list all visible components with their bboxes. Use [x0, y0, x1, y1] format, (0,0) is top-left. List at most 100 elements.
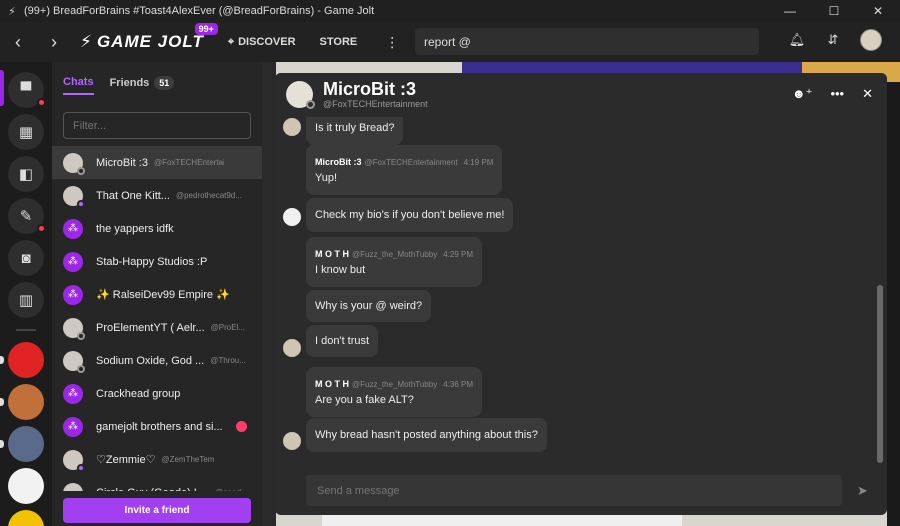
back-button[interactable]: ‹: [0, 32, 36, 53]
message-avatar[interactable]: [283, 339, 301, 357]
unread-dot: [236, 421, 247, 432]
library-icon: ▥: [18, 292, 34, 309]
minimize-button[interactable]: —: [768, 0, 812, 22]
chat-partner-name[interactable]: MicroBit :3: [323, 79, 416, 100]
community-shell-button-1[interactable]: [0, 342, 44, 378]
friends-count-badge: 51: [154, 76, 175, 90]
compass-icon: ⌖: [227, 35, 235, 48]
tab-friends-label: Friends: [109, 77, 150, 89]
logo-text: GAME JOLT: [96, 32, 204, 51]
message-avatar[interactable]: [283, 208, 301, 226]
community-shell-button-5[interactable]: [8, 510, 44, 526]
message-avatar[interactable]: [283, 432, 301, 450]
store-shell-button[interactable]: ▦: [8, 114, 44, 150]
bell-icon[interactable]: 🔔︎: [788, 32, 806, 48]
chat-handle: @ProEl...: [210, 323, 245, 332]
message-bubble: Check my bio's if you don't believe me!: [306, 198, 514, 232]
group-chat-icon: ⁂: [63, 383, 83, 404]
message-avatar[interactable]: [283, 118, 301, 136]
message-text: Why is your @ weird?: [315, 300, 423, 312]
chat-name: ProElementYT ( Aelr...: [96, 321, 205, 334]
tab-friends[interactable]: Friends 51: [110, 76, 175, 95]
chat-list-item[interactable]: ⁂ Stab-Happy Studios :P: [52, 245, 262, 278]
search-input[interactable]: [415, 28, 759, 55]
chat-partner-handle: @FoxTECHEntertainment: [323, 99, 428, 109]
more-options-icon[interactable]: •••: [830, 86, 844, 102]
quest-icon: ✎: [19, 208, 33, 225]
quests-shell-button[interactable]: ✎: [8, 198, 46, 234]
offline-status-dot: [77, 166, 85, 175]
store-link[interactable]: STORE: [320, 36, 358, 48]
chat-list: MicroBit :3 @FoxTECHEntertainment That One…: [52, 146, 262, 491]
chat-list-item[interactable]: ⁂ the yappers idfk: [52, 212, 262, 245]
chat-shell-button[interactable]: ▀: [8, 72, 46, 108]
offline-status-dot: [306, 100, 315, 109]
chat-list-item[interactable]: MicroBit :3 @FoxTECHEntertainment: [52, 146, 262, 179]
user-avatar[interactable]: [860, 29, 882, 51]
message-scrollbar[interactable]: [877, 285, 883, 463]
chat-list-item[interactable]: ⁂ ✨ RalseiDev99 Empire ✨: [52, 278, 262, 311]
message-text: Check my bio's if you don't believe me!: [315, 209, 505, 221]
gamejolt-logo[interactable]: ⚡ GAME JOLT 99+: [80, 23, 218, 52]
group-chat-icon: ⁂: [63, 284, 83, 305]
message-author[interactable]: M O T H: [315, 379, 349, 389]
forward-button[interactable]: ›: [36, 32, 72, 53]
add-friend-icon[interactable]: ☻⁺: [792, 86, 813, 102]
chat-name: gamejolt brothers and si...: [96, 420, 223, 433]
shell-sidebar: ▀ ▦ ◧ ✎ ◙ ▥: [0, 62, 52, 526]
shell-separator: [16, 329, 36, 331]
filter-input[interactable]: [63, 112, 251, 139]
library-shell-button[interactable]: ▥: [8, 282, 44, 318]
message-bubble: I don't trust: [306, 325, 379, 357]
community-pip: [0, 356, 4, 364]
chat-list-item[interactable]: ProElementYT ( Aelr... @ProEl...: [52, 311, 262, 344]
chat-name: Circle Guy (Geode) I ...: [96, 487, 209, 492]
message-handle: @FoxTECHEntertainment: [364, 157, 458, 167]
chat-name: the yappers idfk: [96, 222, 174, 235]
community-pip: [0, 398, 4, 406]
maximize-button[interactable]: ☐: [812, 0, 856, 22]
chat-list-item[interactable]: ♡Zemmie♡ @ZemTheTem: [52, 443, 262, 476]
quests-notification-dot: [37, 224, 46, 233]
message-author[interactable]: MicroBit :3: [315, 157, 362, 167]
chat-handle: @Throu...: [210, 356, 246, 365]
more-menu-icon[interactable]: ⋮: [385, 34, 399, 51]
invite-friend-button[interactable]: Invite a friend: [63, 498, 251, 523]
chat-list-item[interactable]: ⁂ Crackhead group: [52, 377, 262, 410]
message-bubble: Is it truly Bread?: [306, 117, 404, 145]
close-chat-icon[interactable]: ✕: [862, 86, 873, 102]
message-bubble: M O T H @Fuzz_the_MothTubby 4:36 PM Are yo…: [306, 367, 482, 417]
chat-list-item[interactable]: That One Kitt... @pedrothecat9d...: [52, 179, 262, 212]
nav-actions: 🔔︎ ⇵: [788, 29, 882, 51]
user-avatar: [63, 185, 85, 208]
chat-list-item[interactable]: Sodium Oxide, God ... @Throu...: [52, 344, 262, 377]
chat-name: Sodium Oxide, God ...: [96, 354, 205, 367]
gamejolt-app-icon: ⚡: [8, 5, 16, 18]
community-shell-button-4[interactable]: [8, 468, 44, 504]
send-icon[interactable]: ➤: [857, 483, 868, 499]
chat-list-item[interactable]: ⁂ gamejolt brothers and si...: [52, 410, 262, 443]
message-bubble: MicroBit :3 @FoxTECHEntertainment 4:19 PM …: [306, 145, 503, 195]
chat-header-actions: ☻⁺ ••• ✕: [792, 86, 873, 102]
offline-status-dot: [77, 331, 85, 340]
window-controls: — ☐ ✕: [768, 0, 900, 22]
message-time: 4:36 PM: [443, 379, 473, 389]
backpack-shell-button[interactable]: ◙: [8, 240, 44, 276]
tab-chats[interactable]: Chats: [63, 76, 94, 95]
chat-list-item[interactable]: Circle Guy (Geode) I ... @geod...: [52, 476, 262, 491]
community-pip: [0, 440, 4, 448]
message-text: Is it truly Bread?: [315, 122, 395, 134]
message-input[interactable]: [306, 475, 842, 506]
chat-partner-avatar[interactable]: [286, 81, 315, 109]
chat-name: ✨ RalseiDev99 Empire ✨: [96, 289, 230, 301]
inventory-shell-button[interactable]: ◧: [8, 156, 44, 192]
message-handle: @Fuzz_the_MothTubby: [352, 379, 438, 389]
chat-name: ♡Zemmie♡: [96, 454, 156, 466]
discover-link[interactable]: ⌖ DISCOVER: [228, 36, 296, 49]
friend-requests-icon[interactable]: ⇵: [824, 32, 842, 48]
message-author[interactable]: M O T H: [315, 249, 349, 259]
community-shell-button-2[interactable]: [0, 384, 44, 420]
community-shell-button-3[interactable]: [0, 426, 44, 462]
close-window-button[interactable]: ✕: [856, 0, 900, 22]
chat-header: MicroBit :3 @FoxTECHEntertainment ☻⁺ •••…: [275, 73, 887, 117]
